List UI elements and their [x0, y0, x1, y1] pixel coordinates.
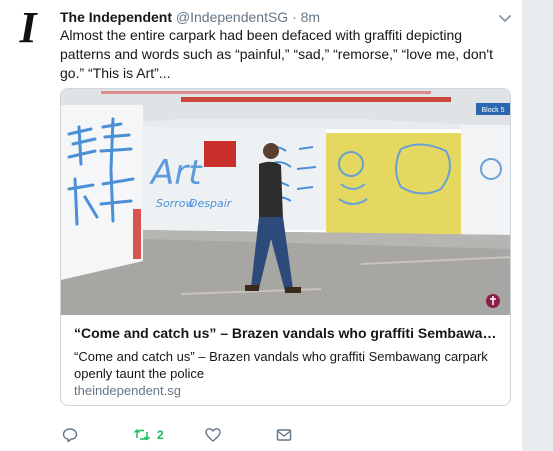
reply-button[interactable] [62, 425, 78, 445]
card-body[interactable]: “Come and catch us” – Brazen vandals who… [61, 315, 510, 405]
author-name[interactable]: The Independent [60, 9, 172, 25]
author-handle[interactable]: @IndependentSG [176, 9, 288, 25]
tweet-actions: 2 [60, 425, 360, 445]
card-photo[interactable]: Block 5 Art Sorrow Despair [61, 89, 510, 315]
graffiti-art: Art [149, 153, 203, 193]
retweet-button[interactable]: 2 [133, 425, 164, 445]
like-button[interactable] [205, 425, 221, 445]
timestamp[interactable]: 8m [301, 9, 320, 25]
avatar[interactable]: I [13, 6, 43, 50]
dm-icon [276, 427, 292, 443]
photo-sign: Block 5 [482, 107, 505, 114]
link-card[interactable]: Block 5 Art Sorrow Despair “Come and cat… [60, 88, 511, 406]
reply-icon [62, 427, 78, 443]
tweet-header: The Independent @IndependentSG · 8m [60, 9, 320, 25]
card-domain[interactable]: theindependent.sg [74, 383, 181, 398]
separator: · [292, 9, 297, 25]
like-icon [205, 427, 221, 443]
tweet: I The Independent @IndependentSG · 8m Al… [0, 0, 522, 451]
retweet-count: 2 [157, 428, 164, 442]
tweet-text: Almost the entire carpark had been defac… [60, 27, 493, 81]
card-description: “Come and catch us” – Brazen vandals who… [74, 349, 488, 381]
retweet-icon [133, 427, 151, 443]
chevron-down-icon[interactable] [497, 10, 513, 26]
dm-button[interactable] [276, 425, 292, 445]
card-title[interactable]: “Come and catch us” – Brazen vandals who… [74, 325, 499, 341]
graffiti-despair: Despair [189, 197, 233, 210]
